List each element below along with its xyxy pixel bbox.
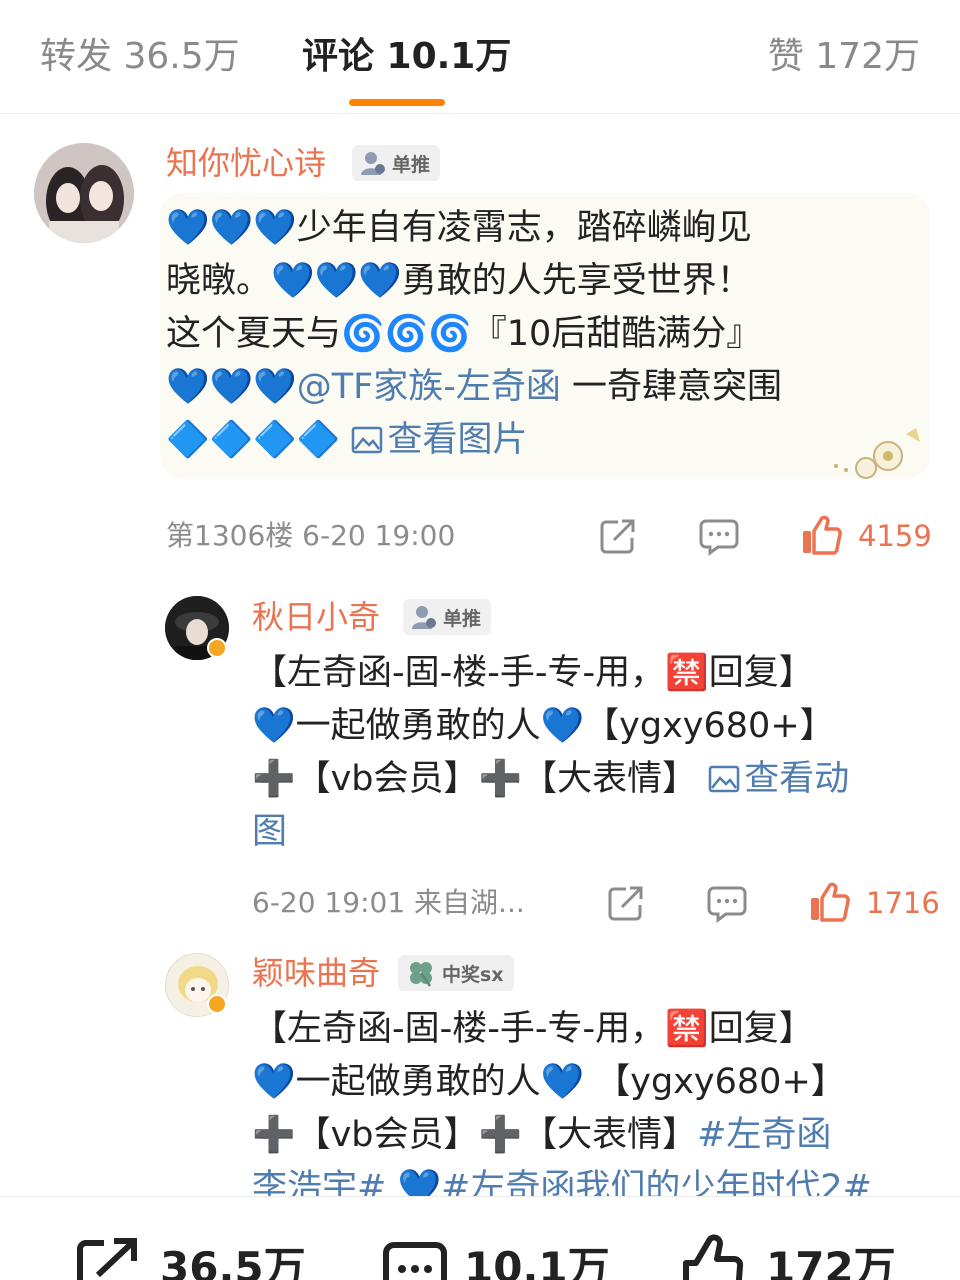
reply-text: 【左奇函-固-楼-手-专-用，🈲回复】 💙一起做勇敢的人💙 【ygxy680+】… bbox=[252, 1003, 932, 1215]
image-icon bbox=[708, 765, 740, 793]
comment-icon[interactable] bbox=[698, 516, 740, 556]
image-icon bbox=[352, 426, 383, 454]
comment-icon[interactable] bbox=[382, 1239, 448, 1280]
view-image-link[interactable]: 查看图片 bbox=[351, 420, 527, 460]
mention-link[interactable]: @TF家族-左奇函 bbox=[297, 367, 561, 407]
comment-line: 💙💙💙少年自有凌霄志，踏碎嶙峋见 bbox=[166, 208, 752, 248]
view-gif-link[interactable]: 查看动 bbox=[708, 759, 849, 799]
user-tag-icon bbox=[412, 606, 436, 629]
share-icon[interactable] bbox=[598, 516, 638, 556]
view-gif-link-end[interactable]: 图 bbox=[252, 812, 287, 852]
reply-text: 【左奇函-固-楼-手-专-用，🈲回复】 💙一起做勇敢的人💙【ygxy680+】 … bbox=[252, 647, 932, 859]
share-icon[interactable] bbox=[74, 1237, 140, 1280]
comment-line: 💙💙💙@TF家族-左奇函 一奇肆意突围 bbox=[166, 367, 783, 407]
active-tab-indicator bbox=[349, 99, 445, 106]
user-tag: 单推 bbox=[403, 599, 492, 635]
share-icon[interactable] bbox=[606, 883, 646, 923]
user-tag-label: 单推 bbox=[392, 153, 431, 176]
reply-timestamp: 6-20 19:01 来自湖... bbox=[252, 886, 525, 919]
verified-badge-icon bbox=[207, 638, 227, 658]
thumbs-up-icon[interactable] bbox=[808, 881, 850, 923]
thumbs-up-icon[interactable] bbox=[680, 1233, 746, 1280]
user-tag-label: 中奖sx bbox=[442, 963, 504, 986]
reply-line: 💙一起做勇敢的人💙【ygxy680+】 bbox=[252, 706, 835, 746]
bottom-action-bar: 36.5万 10.1万 172万 bbox=[0, 1196, 960, 1280]
reply-line: 【左奇函-固-楼-手-专-用，🈲回复】 bbox=[252, 653, 814, 693]
reply-line: ➕【vb会员】➕【大表情】#左奇函 bbox=[252, 1115, 832, 1155]
tab-reposts[interactable]: 转发 36.5万 bbox=[40, 34, 240, 80]
comment-text: 💙💙💙少年自有凌霄志，踏碎嶙峋见 晓暾。💙💙💙勇敢的人先享受世界！ 这个夏天与🌀… bbox=[166, 202, 926, 467]
tab-likes[interactable]: 赞 172万 bbox=[768, 34, 920, 80]
reply-username[interactable]: 颖味曲奇 bbox=[252, 953, 380, 993]
hashtag-link[interactable]: #左奇函 bbox=[697, 1115, 831, 1155]
reply-username[interactable]: 秋日小奇 bbox=[252, 597, 380, 637]
reply-line: 【左奇函-固-楼-手-专-用，🈲回复】 bbox=[252, 1009, 814, 1049]
thumbs-up-icon[interactable] bbox=[800, 514, 842, 556]
comment-line: 晓暾。💙💙💙勇敢的人先享受世界！ bbox=[166, 261, 752, 301]
tab-bar: 转发 36.5万 评论 10.1万 赞 172万 bbox=[0, 0, 960, 114]
reply-line: 图 bbox=[252, 806, 932, 859]
bottom-comment-count[interactable]: 10.1万 bbox=[464, 1243, 610, 1280]
bottom-repost-count[interactable]: 36.5万 bbox=[160, 1243, 306, 1280]
user-tag-label: 单推 bbox=[443, 607, 482, 630]
like-count: 1716 bbox=[866, 886, 940, 920]
comment-icon[interactable] bbox=[706, 883, 748, 923]
comment-username[interactable]: 知你忧心诗 bbox=[166, 143, 326, 183]
comment-line: 🔷🔷🔷🔷 查看图片 bbox=[166, 420, 528, 460]
user-tag: 中奖sx bbox=[398, 955, 514, 991]
bottom-like-count[interactable]: 172万 bbox=[766, 1243, 896, 1280]
like-count: 4159 bbox=[858, 519, 932, 553]
avatar[interactable] bbox=[34, 143, 134, 243]
tab-comments[interactable]: 评论 10.1万 bbox=[302, 34, 511, 80]
reply-line: 💙一起做勇敢的人💙 【ygxy680+】 bbox=[252, 1062, 846, 1102]
comment-line: 这个夏天与🌀🌀🌀『10后甜酷满分』 bbox=[166, 314, 762, 354]
user-tag-icon bbox=[361, 152, 385, 175]
floor-timestamp: 第1306楼 6-20 19:00 bbox=[166, 519, 456, 552]
user-tag: 单推 bbox=[352, 145, 441, 181]
reply-line: ➕【vb会员】➕【大表情】 查看动 bbox=[252, 759, 850, 799]
verified-badge-icon bbox=[207, 994, 227, 1014]
clover-icon bbox=[410, 962, 432, 987]
